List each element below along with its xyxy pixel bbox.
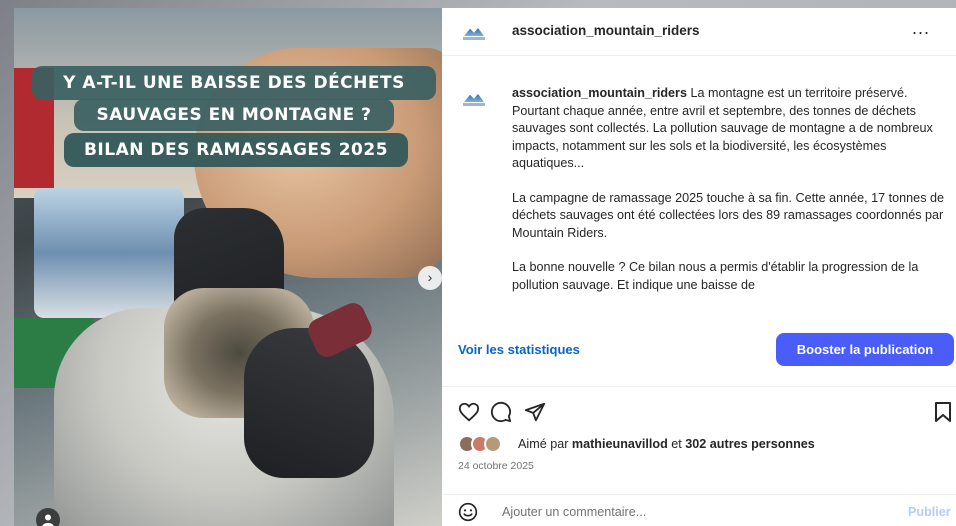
comment-input[interactable] <box>502 502 882 522</box>
image-blue-shape <box>34 188 184 318</box>
post-date: 24 octobre 2025 <box>458 460 534 472</box>
more-options-button[interactable]: ... <box>912 18 930 39</box>
comment-bar: Publier <box>442 494 956 526</box>
likes-summary: Aimé par mathieunavillod et 302 autres p… <box>458 435 948 455</box>
mountain-logo-icon <box>464 28 484 36</box>
insights-row: Voir les statistiques Booster la publica… <box>442 333 956 373</box>
caption-username[interactable]: association_mountain_riders <box>512 86 687 100</box>
user-icon <box>42 514 54 526</box>
caption-paragraph-2: La campagne de ramassage 2025 touche à s… <box>512 190 944 240</box>
post-title-line-3: BILAN DES RAMASSAGES 2025 <box>64 133 408 167</box>
caption-paragraph-1: association_mountain_riders La montagne … <box>512 85 944 173</box>
liker-username[interactable]: mathieunavillod <box>572 437 668 451</box>
image-glove-right <box>244 328 374 478</box>
emoji-icon[interactable] <box>458 502 478 522</box>
bookmark-icon[interactable] <box>934 401 952 423</box>
post-panel: association_mountain_riders ... associat… <box>442 8 956 526</box>
likes-connector: et <box>667 437 686 451</box>
caption-area: association_mountain_riders La montagne … <box>442 57 956 313</box>
likes-text[interactable]: Aimé par mathieunavillod et 302 autres p… <box>518 437 815 451</box>
view-insights-link[interactable]: Voir les statistiques <box>458 342 580 357</box>
user-tags-button[interactable] <box>36 508 60 526</box>
post-title-line-1: Y A-T-IL UNE BAISSE DES DÉCHETS <box>32 66 436 100</box>
share-icon[interactable] <box>524 401 546 423</box>
header-username[interactable]: association_mountain_riders <box>512 23 700 38</box>
chevron-right-icon: › <box>427 269 433 285</box>
caption-text: association_mountain_riders La montagne … <box>512 85 944 311</box>
logo-text-bar <box>463 103 485 106</box>
publish-comment-button[interactable]: Publier <box>908 505 951 519</box>
action-icons-row <box>442 386 956 426</box>
caption-paragraph-3: La bonne nouvelle ? Ce bilan nous a perm… <box>512 260 919 292</box>
mountain-logo-icon <box>464 94 484 102</box>
heart-icon[interactable] <box>458 401 480 423</box>
post-title-line-2: SAUVAGES EN MONTAGNE ? <box>74 99 394 131</box>
likes-prefix: Aimé par <box>518 437 572 451</box>
comment-icon[interactable] <box>490 401 512 423</box>
boost-post-button[interactable]: Booster la publication <box>776 333 954 366</box>
logo-text-bar <box>463 37 485 40</box>
avatar[interactable] <box>460 19 488 47</box>
likes-others-count[interactable]: 302 autres personnes <box>685 437 815 451</box>
post-image[interactable]: Y A-T-IL UNE BAISSE DES DÉCHETS SAUVAGES… <box>14 8 442 526</box>
next-image-button[interactable]: › <box>418 266 442 290</box>
liker-avatar[interactable] <box>484 435 502 453</box>
caption-avatar[interactable] <box>460 85 488 113</box>
post-header: association_mountain_riders ... <box>442 8 956 56</box>
